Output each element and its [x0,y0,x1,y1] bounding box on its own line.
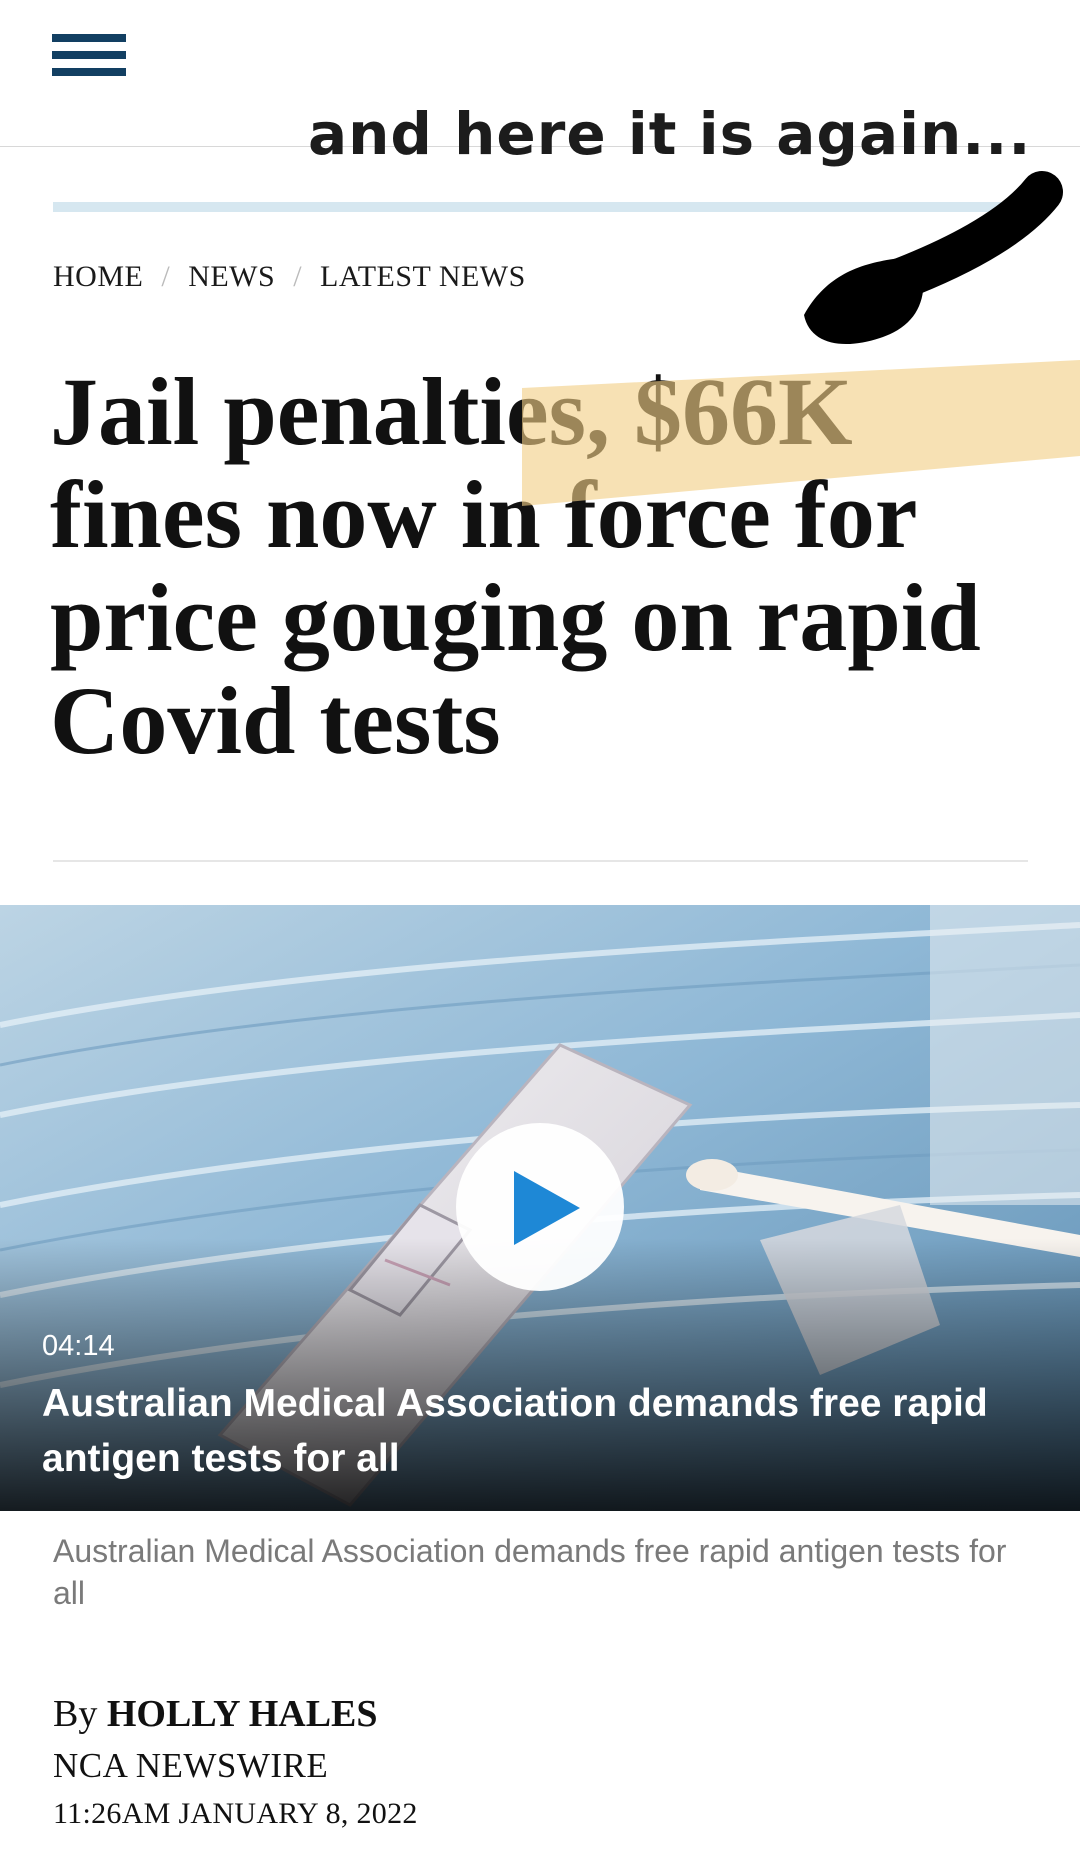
publish-timestamp: 11:26AM JANUARY 8, 2022 [53,1797,418,1830]
arrow-icon [804,171,1063,345]
hamburger-menu-icon [52,34,126,76]
play-icon [514,1171,580,1245]
byline-prefix: By [53,1693,98,1735]
play-button[interactable] [456,1123,624,1291]
author-name[interactable]: HOLLY HALES [107,1693,378,1735]
article-source: NCA NEWSWIRE [53,1746,329,1785]
breadcrumb-separator: / [293,260,303,293]
annotation-text: and here it is again... [308,100,1032,168]
video-title[interactable]: Australian Medical Association demands f… [42,1376,1032,1486]
breadcrumb-home[interactable]: HOME [53,260,143,294]
menu-button[interactable] [52,34,126,84]
video-duration: 04:14 [42,1330,115,1362]
highlighter-mark [522,360,1080,506]
breadcrumb: HOME / NEWS / LATEST NEWS [53,260,526,294]
byline: By HOLLY HALES [53,1692,378,1736]
breadcrumb-news[interactable]: NEWS [188,260,275,294]
video-caption: Australian Medical Association demands f… [53,1533,1007,1611]
headline-divider [53,860,1028,862]
breadcrumb-separator: / [161,260,171,293]
breadcrumb-latest-news[interactable]: LATEST NEWS [320,260,526,294]
